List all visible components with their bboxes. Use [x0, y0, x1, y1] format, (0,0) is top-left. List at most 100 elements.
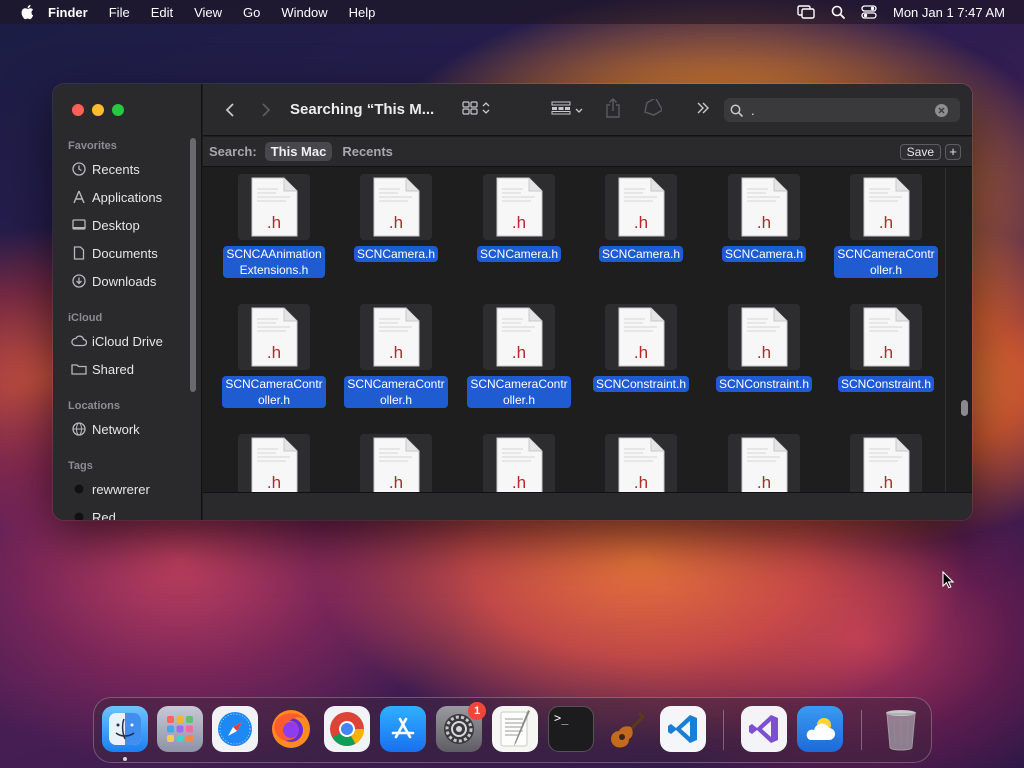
- sidebar-item-network[interactable]: Network: [71, 421, 140, 437]
- dock-launchpad[interactable]: [157, 706, 203, 752]
- sidebar-item-shared[interactable]: Shared: [71, 361, 134, 377]
- sidebar-item-tag[interactable]: Red: [71, 509, 116, 520]
- header-file-icon: .h: [483, 434, 555, 492]
- control-center-icon[interactable]: [861, 5, 877, 19]
- sidebar-section-favorites: Favorites: [68, 140, 117, 152]
- menu-go[interactable]: Go: [243, 5, 260, 20]
- spotlight-search-icon[interactable]: [831, 5, 845, 19]
- file-name-label: SCNCameraContr oller.h: [344, 376, 448, 408]
- scope-recents[interactable]: Recents: [336, 142, 399, 161]
- sidebar-item-tag[interactable]: rewwrerer: [71, 481, 150, 497]
- apple-menu-icon[interactable]: [20, 4, 34, 20]
- sidebar-item-documents[interactable]: Documents: [71, 245, 158, 261]
- sidebar-section-tags: Tags: [68, 460, 93, 472]
- svg-text:.h: .h: [512, 343, 526, 362]
- toolbar-overflow-button[interactable]: [695, 102, 711, 118]
- sidebar-item-desktop[interactable]: Desktop: [71, 217, 140, 233]
- svg-text:.h: .h: [757, 213, 771, 232]
- dock-garageband[interactable]: [604, 706, 650, 752]
- dock-system-settings[interactable]: 1: [436, 702, 486, 752]
- svg-text:.h: .h: [879, 343, 893, 362]
- terminal-icon: >_: [554, 711, 569, 725]
- file-item[interactable]: .h SCNConstraint.h: [704, 304, 824, 393]
- svg-text:.h: .h: [879, 473, 893, 492]
- file-item[interactable]: .h: [459, 434, 579, 492]
- file-item[interactable]: .h: [214, 434, 334, 492]
- file-item[interactable]: .h SCNConstraint.h: [826, 304, 945, 393]
- dock-app-store[interactable]: [380, 706, 426, 752]
- file-item[interactable]: .h SCNCAAnimation Extensions.h: [214, 174, 334, 279]
- svg-text:.h: .h: [267, 473, 281, 492]
- zoom-window-button[interactable]: [112, 104, 124, 116]
- file-item[interactable]: .h SCNCameraContr oller.h: [214, 304, 334, 409]
- menu-window[interactable]: Window: [281, 5, 327, 20]
- search-input[interactable]: .: [751, 103, 931, 118]
- file-item[interactable]: .h SCNCamera.h: [459, 174, 579, 263]
- forward-button[interactable]: [259, 101, 273, 119]
- sidebar-item-recents[interactable]: Recents: [71, 161, 140, 177]
- scope-this-mac[interactable]: This Mac: [264, 142, 333, 161]
- dock-finder[interactable]: [102, 706, 148, 752]
- menu-file[interactable]: File: [109, 5, 130, 20]
- file-item[interactable]: .h: [704, 434, 824, 492]
- clear-search-button[interactable]: [935, 103, 948, 117]
- view-mode-button[interactable]: [459, 100, 493, 119]
- menu-help[interactable]: Help: [349, 5, 376, 20]
- add-criteria-button[interactable]: +: [945, 144, 961, 160]
- file-item[interactable]: .h: [336, 434, 456, 492]
- back-button[interactable]: [223, 101, 237, 119]
- dock-terminal[interactable]: >_: [548, 706, 594, 752]
- file-item[interactable]: .h: [581, 434, 701, 492]
- header-file-icon: .h: [360, 174, 432, 240]
- search-field[interactable]: .: [724, 98, 960, 122]
- minimize-window-button[interactable]: [92, 104, 104, 116]
- share-button[interactable]: [603, 97, 623, 121]
- dock-trash[interactable]: [878, 706, 924, 752]
- menu-view[interactable]: View: [194, 5, 222, 20]
- tag-icon: [642, 96, 664, 122]
- menu-app-name[interactable]: Finder: [48, 5, 88, 20]
- document-icon: [71, 245, 87, 261]
- sidebar-section-icloud: iCloud: [68, 312, 103, 324]
- file-item[interactable]: .h SCNCameraContr oller.h: [826, 174, 945, 279]
- tag-button[interactable]: [641, 96, 664, 122]
- chrome-icon: [330, 712, 364, 746]
- scrollbar-thumb[interactable]: [961, 400, 968, 416]
- sidebar-item-downloads[interactable]: Downloads: [71, 273, 156, 289]
- launchpad-icon: [167, 716, 193, 742]
- group-icon: [551, 101, 571, 120]
- finder-icon: [109, 713, 141, 745]
- dock-safari[interactable]: [212, 706, 258, 752]
- running-indicator: [123, 757, 127, 761]
- dock-chrome[interactable]: [324, 706, 370, 752]
- file-item[interactable]: .h: [826, 434, 945, 492]
- save-search-button[interactable]: Save: [899, 144, 941, 160]
- file-item[interactable]: .h SCNCameraContr oller.h: [336, 304, 456, 409]
- file-item[interactable]: .h SCNCameraContr oller.h: [459, 304, 579, 409]
- svg-text:.h: .h: [634, 213, 648, 232]
- dock-weather[interactable]: [797, 706, 843, 752]
- screen-mirroring-icon[interactable]: [797, 5, 815, 19]
- dock-firefox[interactable]: [268, 706, 314, 752]
- file-item[interactable]: .h SCNCamera.h: [581, 174, 701, 263]
- close-window-button[interactable]: [72, 104, 84, 116]
- file-item[interactable]: .h SCNCamera.h: [336, 174, 456, 263]
- dock: 1 >_: [93, 697, 932, 763]
- sidebar-item-label: Recents: [92, 161, 140, 177]
- menu-bar-clock[interactable]: Mon Jan 1 7:47 AM: [893, 5, 1005, 20]
- sidebar-scrollbar[interactable]: [190, 138, 196, 392]
- dock-visual-studio[interactable]: [741, 706, 787, 752]
- file-item[interactable]: .h SCNCamera.h: [704, 174, 824, 263]
- dock-textedit[interactable]: [492, 706, 538, 752]
- sidebar-item-label: Red: [92, 509, 116, 521]
- group-by-button[interactable]: [547, 101, 587, 119]
- menu-edit[interactable]: Edit: [151, 5, 173, 20]
- dock-vscode[interactable]: [660, 706, 706, 752]
- file-item[interactable]: .h SCNConstraint.h: [581, 304, 701, 393]
- double-chevron-right-icon: [696, 101, 710, 119]
- file-name-label: SCNCameraContr oller.h: [467, 376, 571, 408]
- sidebar-item-applications[interactable]: Applications: [71, 189, 162, 205]
- header-file-icon: .h: [238, 304, 310, 370]
- sidebar-item-icloud-drive[interactable]: iCloud Drive: [71, 333, 163, 349]
- sidebar-item-label: iCloud Drive: [92, 333, 163, 349]
